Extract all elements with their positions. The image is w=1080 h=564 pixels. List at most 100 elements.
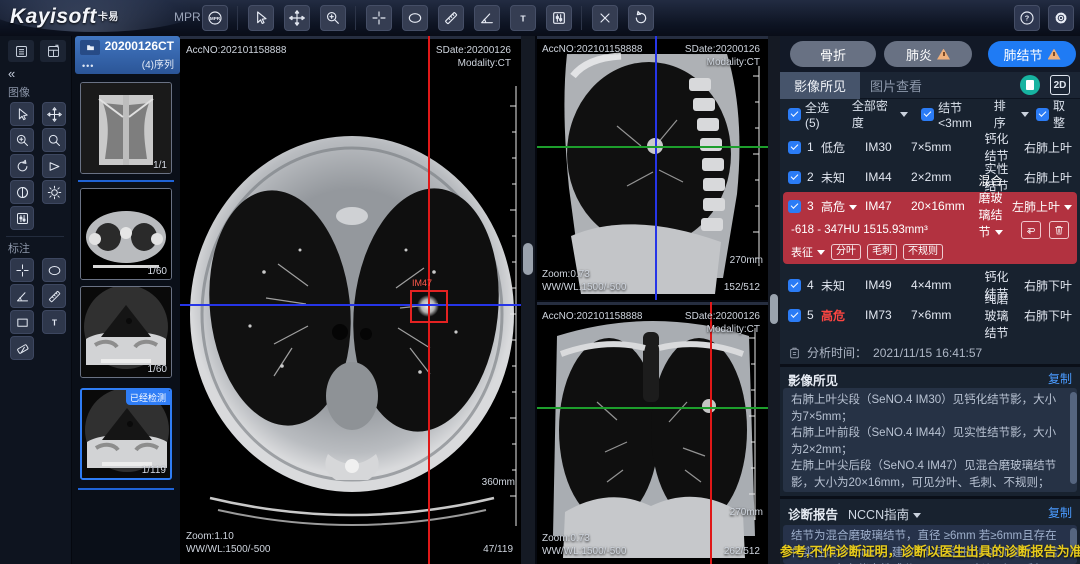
coronal-crosshair-horizontal[interactable] — [537, 407, 768, 409]
small-nodule-checkbox[interactable]: 结节<3mm — [921, 99, 987, 130]
checkbox-checked[interactable] — [788, 171, 801, 184]
module-pneumonia-button[interactable]: 肺炎 — [884, 41, 972, 67]
checkbox-checked[interactable] — [788, 200, 801, 213]
feature-chip[interactable]: 分叶 — [831, 244, 861, 260]
ellipse-icon[interactable] — [42, 258, 66, 282]
pan-icon[interactable] — [42, 102, 66, 126]
right-analysis-panel: 骨折 肺炎 肺结节 影像所见 图片查看 2D 全选(5) 全部密度 结节<3mm… — [780, 36, 1080, 564]
close-icon[interactable] — [592, 5, 618, 31]
wwwl-sliders-icon[interactable] — [10, 206, 34, 230]
nccn-guide-dropdown[interactable]: NCCN指南 — [848, 504, 921, 523]
section-divider — [780, 496, 1080, 499]
zoom-in-icon[interactable] — [320, 5, 346, 31]
checkbox-checked[interactable] — [788, 141, 801, 154]
axial-viewport[interactable]: AccNO:202101158888 SDate:20200126 Modali… — [180, 36, 521, 564]
pointer-icon[interactable] — [248, 5, 274, 31]
nodule-row-1[interactable]: 1低危 IM307×5mm 钙化结节右肺上叶 — [780, 132, 1080, 162]
nodule-roi-box[interactable] — [410, 290, 448, 323]
tab-image-findings[interactable]: 影像所见 — [780, 72, 860, 99]
wwwl-sliders-icon[interactable] — [546, 5, 572, 31]
pointer-icon[interactable] — [10, 102, 34, 126]
relocate-icon[interactable] — [1021, 221, 1041, 239]
report-icon[interactable] — [1020, 75, 1040, 95]
zoom-in-icon[interactable] — [10, 128, 34, 152]
findings-scrollbar-thumb[interactable] — [1070, 392, 1077, 484]
sagittal-crosshair-vertical[interactable] — [655, 36, 657, 300]
axial-scrollbar-thumb[interactable] — [523, 243, 533, 275]
series-list-icon[interactable] — [8, 40, 34, 62]
crosshair-icon[interactable] — [10, 258, 34, 282]
invert-icon[interactable] — [10, 180, 34, 204]
risk-dropdown[interactable]: 高危 — [821, 198, 865, 215]
flip-icon[interactable] — [42, 154, 66, 178]
nodule-row-2[interactable]: 2未知 IM442×2mm 实性结节右肺上叶 — [780, 162, 1080, 192]
sagittal-viewport[interactable]: AccNO:202101158888 SDate:20200126 Modali… — [537, 36, 768, 300]
checkbox-checked[interactable] — [788, 279, 801, 292]
nodule-row-4[interactable]: 4未知 IM494×4mm 钙化结节右肺下叶 — [780, 270, 1080, 300]
feature-dropdown[interactable]: 表征 — [791, 244, 825, 260]
eraser-icon[interactable] — [10, 336, 34, 360]
axial-scale-label: 360mm — [482, 476, 515, 489]
round-checkbox[interactable]: 取整 — [1036, 97, 1072, 131]
coronal-viewport[interactable]: AccNO:202101158888 SDate:20200126 Modali… — [537, 302, 768, 564]
module-fracture-button[interactable]: 骨折 — [790, 41, 876, 67]
coronal-crosshair-vertical[interactable] — [710, 302, 712, 564]
series-header[interactable]: 20200126CT ••• (4)序列 — [75, 36, 180, 74]
feature-chip[interactable]: 毛刺 — [867, 244, 897, 260]
sagittal-crosshair-horizontal[interactable] — [537, 146, 768, 148]
thumbnail-series-2[interactable]: 1/60 — [80, 188, 172, 280]
collapse-sidebar-button[interactable]: « — [8, 66, 15, 81]
brightness-icon[interactable] — [42, 180, 66, 204]
tab-picture-view[interactable]: 图片查看 — [856, 72, 936, 99]
axial-crosshair-horizontal[interactable] — [180, 304, 521, 306]
thumbnail-series-4-selected[interactable]: 已经检测 1/119 — [80, 388, 172, 480]
magnifier-icon[interactable] — [42, 128, 66, 152]
sort-dropdown[interactable]: 排序 — [994, 97, 1029, 131]
pan-icon[interactable] — [284, 5, 310, 31]
copy-report-link[interactable]: 复制 — [1048, 504, 1072, 521]
angle-icon[interactable] — [10, 284, 34, 308]
nodule-row-3-selected[interactable]: 3 高危 IM4720×16mm 混合磨玻璃结节 左肺上叶 -618 - 347… — [783, 192, 1077, 264]
reset-icon[interactable] — [628, 5, 654, 31]
thumbnail-series-3[interactable]: 1/60 — [80, 286, 172, 378]
series-layout-icon[interactable] — [40, 40, 66, 62]
checkbox-checked[interactable] — [1036, 108, 1049, 121]
rotate-icon[interactable] — [10, 154, 34, 178]
location-dropdown[interactable]: 左肺上叶 — [1006, 198, 1072, 215]
text-icon[interactable]: T — [510, 5, 536, 31]
viewport-scrollbar[interactable] — [768, 36, 780, 564]
ruler-icon[interactable] — [438, 5, 464, 31]
copy-findings-link[interactable]: 复制 — [1048, 370, 1072, 387]
text-icon[interactable]: T — [42, 310, 66, 334]
crosshair-icon[interactable] — [366, 5, 392, 31]
type-dropdown[interactable]: 混合磨玻璃结节 — [975, 172, 1006, 240]
series-more-button[interactable]: ••• — [82, 61, 94, 71]
finding-line: 右肺上叶尖段（SeNO.4 IM30）见钙化结节影，大小为7×5mm； — [791, 392, 1061, 425]
findings-text-box[interactable]: 右肺上叶尖段（SeNO.4 IM30）见钙化结节影，大小为7×5mm； 右肺上叶… — [783, 388, 1077, 492]
mpr-icon[interactable]: MPR — [202, 5, 228, 31]
help-icon[interactable]: ? — [1014, 5, 1040, 31]
gear-icon[interactable] — [1048, 5, 1074, 31]
clipboard-icon — [788, 346, 801, 360]
checkbox-checked[interactable] — [788, 309, 801, 322]
viewport-top-edge — [537, 302, 768, 305]
thumbnail-scout[interactable]: 1/1 — [80, 82, 172, 174]
pencil-icon[interactable] — [42, 284, 66, 308]
nodule-hu-volume: -618 - 347HU 1515.93mm³ — [791, 224, 928, 236]
trash-icon[interactable] — [1049, 221, 1069, 239]
density-dropdown[interactable]: 全部密度 — [852, 97, 908, 131]
angle-icon[interactable] — [474, 5, 500, 31]
coronal-sdate: SDate:20200126 — [685, 310, 760, 323]
viewport-scrollbar-thumb[interactable] — [770, 294, 778, 324]
axial-scrollbar[interactable] — [521, 36, 535, 564]
select-all-checkbox[interactable]: 全选(5) — [788, 99, 837, 130]
checkbox-checked[interactable] — [788, 108, 801, 121]
2d-mode-button[interactable]: 2D — [1050, 75, 1070, 95]
module-lung-nodule-button[interactable]: 肺结节 — [988, 41, 1076, 67]
checkbox-checked[interactable] — [921, 108, 934, 121]
coronal-zoom: Zoom:0.73 — [542, 532, 626, 545]
ellipse-icon[interactable] — [402, 5, 428, 31]
feature-chip[interactable]: 不规则 — [903, 244, 943, 260]
rectangle-icon[interactable] — [10, 310, 34, 334]
nodule-row-5[interactable]: 5高危 IM737×6mm 纯磨玻璃结节右肺下叶 — [780, 300, 1080, 330]
